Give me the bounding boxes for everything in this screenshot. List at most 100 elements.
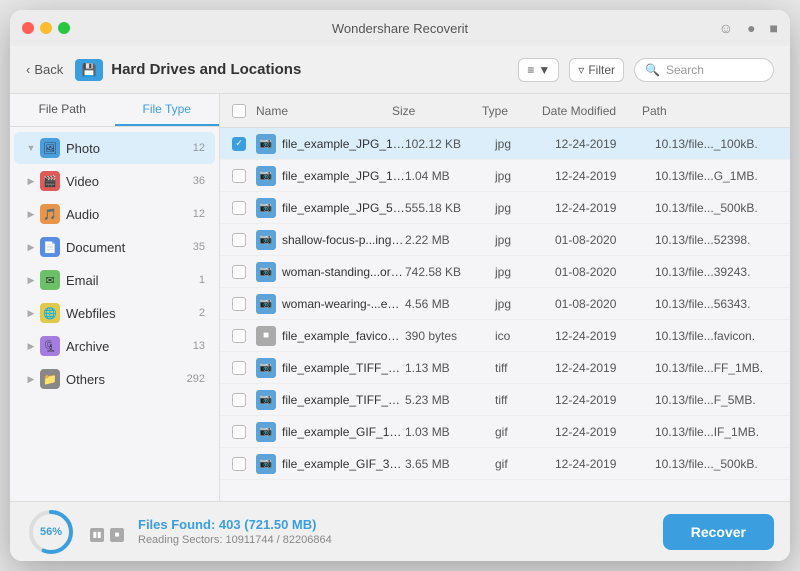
archive-icon: 🗜 (40, 336, 60, 356)
file-name: file_example_TIFF_5MB.tiff (282, 393, 405, 407)
file-path: 10.13/file...39243. (655, 265, 778, 279)
expand-icon: ▶ (24, 240, 38, 254)
file-size: 5.23 MB (405, 393, 495, 407)
sidebar-item-label: Photo (66, 141, 193, 156)
file-size: 3.65 MB (405, 457, 495, 471)
table-row[interactable]: 📷 woman-wearing-...en-3456343.jpg 4.56 M… (220, 288, 790, 320)
row-checkbox[interactable] (232, 201, 246, 215)
sidebar-item-count: 292 (187, 373, 205, 385)
email-icon: ✉ (40, 270, 60, 290)
tab-filepath[interactable]: File Path (10, 94, 115, 126)
file-date: 12-24-2019 (555, 361, 655, 375)
file-type-icon: 📷 (256, 390, 276, 410)
row-checkbox[interactable] (232, 233, 246, 247)
file-type: gif (495, 457, 555, 471)
col-header-date: Date Modified (542, 104, 642, 118)
table-row[interactable]: 📷 file_example_GIF_3500kB.gif 3.65 MB gi… (220, 448, 790, 480)
toolbar-right: ≡ ▼ ▿ Filter 🔍 Search (518, 58, 774, 82)
recover-button[interactable]: Recover (663, 514, 774, 550)
sidebar-item-label: Webfiles (66, 306, 199, 321)
tab-filetype[interactable]: File Type (115, 94, 220, 126)
file-area: Name Size Type Date Modified Path ✓ 📷 fi… (220, 94, 790, 501)
file-name: woman-standing...ore-3439243.jpg (282, 265, 405, 279)
file-type-icon: 📷 (256, 262, 276, 282)
sidebar-item-count: 1 (199, 274, 205, 286)
sidebar-tabs: File Path File Type (10, 94, 219, 127)
pause-button[interactable]: ▮▮ (90, 528, 104, 542)
main-content: File Path File Type ▼ 🖼 Photo 12 ▶ 🎬 Vid… (10, 94, 790, 501)
col-header-path: Path (642, 104, 778, 118)
table-row[interactable]: 📷 file_example_GIF_1MB.gif 1.03 MB gif 1… (220, 416, 790, 448)
file-size: 1.03 MB (405, 425, 495, 439)
file-name: file_example_GIF_3500kB.gif (282, 457, 405, 471)
sidebar-item-count: 35 (193, 241, 205, 253)
sort-chevron-icon: ▼ (538, 63, 550, 77)
row-checkbox[interactable] (232, 169, 246, 183)
filter-button[interactable]: ▿ Filter (569, 58, 624, 82)
table-row[interactable]: 📷 file_example_TIFF_5MB.tiff 5.23 MB tif… (220, 384, 790, 416)
file-date: 12-24-2019 (555, 137, 655, 151)
sidebar-item-others[interactable]: ▶ 📁 Others 292 (14, 363, 215, 395)
row-checkbox[interactable]: ✓ (232, 137, 246, 151)
file-type-icon: ■ (256, 326, 276, 346)
table-row[interactable]: 📷 file_example_TIFF_1MB.tiff 1.13 MB tif… (220, 352, 790, 384)
row-checkbox[interactable] (232, 265, 246, 279)
sidebar-item-count: 36 (193, 175, 205, 187)
back-button[interactable]: ‹ Back (26, 62, 63, 77)
sort-icon: ≡ (527, 63, 534, 77)
table-row[interactable]: 📷 woman-standing...ore-3439243.jpg 742.5… (220, 256, 790, 288)
sidebar-item-webfiles[interactable]: ▶ 🌐 Webfiles 2 (14, 297, 215, 329)
audio-icon: 🎵 (40, 204, 60, 224)
progress-percent: 56% (40, 526, 62, 538)
sidebar-item-video[interactable]: ▶ 🎬 Video 36 (14, 165, 215, 197)
help-icon[interactable]: ● (747, 20, 755, 36)
close-button[interactable] (22, 22, 34, 34)
sidebar-item-document[interactable]: ▶ 📄 Document 35 (14, 231, 215, 263)
stop-button[interactable]: ■ (110, 528, 124, 542)
sidebar-item-archive[interactable]: ▶ 🗜 Archive 13 (14, 330, 215, 362)
titlebar: Wondershare Recoverit ☺ ● ■ (10, 10, 790, 46)
webfiles-icon: 🌐 (40, 303, 60, 323)
sidebar-item-email[interactable]: ▶ ✉ Email 1 (14, 264, 215, 296)
file-date: 01-08-2020 (555, 265, 655, 279)
expand-icon: ▶ (24, 306, 38, 320)
sort-button[interactable]: ≡ ▼ (518, 58, 559, 82)
row-checkbox[interactable] (232, 361, 246, 375)
file-name: file_example_TIFF_1MB.tiff (282, 361, 405, 375)
row-checkbox[interactable] (232, 297, 246, 311)
table-row[interactable]: ■ file_example_favicon.ico 390 bytes ico… (220, 320, 790, 352)
minimize-button[interactable] (40, 22, 52, 34)
location-label: 💾 Hard Drives and Locations (75, 59, 301, 81)
search-box[interactable]: 🔍 Search (634, 58, 774, 82)
table-row[interactable]: ✓ 📷 file_example_JPG_100kB.jpg 102.12 KB… (220, 128, 790, 160)
person-icon[interactable]: ☺ (719, 20, 733, 36)
file-type: jpg (495, 169, 555, 183)
sidebar: File Path File Type ▼ 🖼 Photo 12 ▶ 🎬 Vid… (10, 94, 220, 501)
document-icon: 📄 (40, 237, 60, 257)
file-table-header: Name Size Type Date Modified Path (220, 94, 790, 128)
sidebar-item-photo[interactable]: ▼ 🖼 Photo 12 (14, 132, 215, 164)
row-checkbox[interactable] (232, 425, 246, 439)
select-all-checkbox[interactable] (232, 104, 246, 118)
row-checkbox[interactable] (232, 393, 246, 407)
table-row[interactable]: 📷 file_example_JPG_500kB.jpg 555.18 KB j… (220, 192, 790, 224)
settings-icon[interactable]: ■ (770, 20, 778, 36)
file-type-icon: 📷 (256, 358, 276, 378)
file-name: file_example_JPG_100kB.jpg (282, 137, 405, 151)
app-title: Wondershare Recoverit (332, 21, 468, 36)
row-checkbox[interactable] (232, 457, 246, 471)
file-path: 10.13/file...IF_1MB. (655, 425, 778, 439)
sidebar-items: ▼ 🖼 Photo 12 ▶ 🎬 Video 36 ▶ 🎵 Audio 12 ▶… (10, 127, 219, 501)
sidebar-item-count: 12 (193, 208, 205, 220)
file-size: 4.56 MB (405, 297, 495, 311)
sidebar-item-audio[interactable]: ▶ 🎵 Audio 12 (14, 198, 215, 230)
maximize-button[interactable] (58, 22, 70, 34)
file-type-icon: 📷 (256, 454, 276, 474)
files-found: Files Found: 403 (721.50 MB) (138, 517, 649, 532)
table-row[interactable]: 📷 shallow-focus-p...ing-3352398.jpg 2.22… (220, 224, 790, 256)
file-name: file_example_JPG_1MB.jpg (282, 169, 405, 183)
table-row[interactable]: 📷 file_example_JPG_1MB.jpg 1.04 MB jpg 1… (220, 160, 790, 192)
file-date: 12-24-2019 (555, 457, 655, 471)
file-size: 2.22 MB (405, 233, 495, 247)
row-checkbox[interactable] (232, 329, 246, 343)
